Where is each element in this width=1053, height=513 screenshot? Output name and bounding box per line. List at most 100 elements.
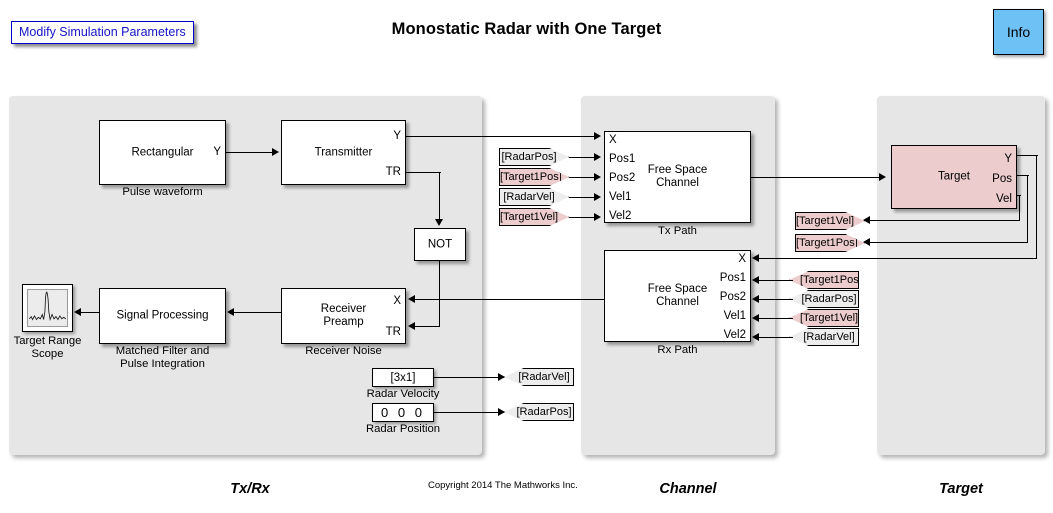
- panel-caption-txrx: Tx/Rx: [230, 481, 270, 497]
- block-receiver-preamp[interactable]: Receiver Preamp X TR: [281, 288, 406, 344]
- wire-not-out-v: [439, 261, 441, 327]
- port-tx-path-pos2: Pos2: [609, 172, 636, 184]
- wire-not-out-h: [415, 326, 440, 328]
- block-label-target-range-scope: Target Range Scope: [6, 335, 89, 361]
- from-tag-target1-vel-rx[interactable]: [Target1Vel]: [789, 309, 859, 327]
- block-target-range-scope[interactable]: [22, 284, 73, 332]
- rxpath-line2: Channel: [656, 296, 699, 308]
- arrow-target-in: [879, 173, 886, 181]
- wire-transmitter-tr-v: [439, 172, 441, 220]
- from-tag-radar-pos-tx[interactable]: [RadarPos]: [499, 148, 569, 166]
- arrow-txpath-vel2-in: [594, 213, 601, 221]
- receiver-line2: Preamp: [323, 316, 364, 328]
- goto-tag-radar-vel[interactable]: [RadarVel]: [504, 368, 574, 386]
- wire-from-target1vel-rx: [758, 318, 793, 320]
- wire-rxpath-out-to-receiver: [415, 299, 604, 301]
- wire-transmitter-y-to-txpath: [406, 136, 597, 138]
- port-tx-path-x: X: [609, 134, 617, 146]
- wire-txpath-to-target: [751, 177, 882, 179]
- from-tag-radar-pos-rx[interactable]: [RadarPos]: [789, 290, 859, 308]
- arrow-txpath-pos1-in: [594, 153, 601, 161]
- scope-label-line2: Scope: [31, 348, 64, 360]
- wire-from-target1vel-tx: [569, 217, 597, 219]
- wire-radarvel-const-to-goto: [434, 377, 504, 379]
- wire-target-y-v: [1036, 155, 1038, 259]
- wire-target-pos-v: [1027, 175, 1029, 243]
- arrow-scope-in: [74, 308, 81, 316]
- port-receiver-in-x: X: [393, 295, 401, 307]
- arrow-goto-target1pos-in: [863, 238, 870, 246]
- port-rx-path-vel2: Vel2: [723, 329, 746, 341]
- arrow-txpath-pos2-in: [594, 173, 601, 181]
- simulink-canvas: Modify Simulation Parameters Monostatic …: [0, 0, 1053, 513]
- const-radar-velocity[interactable]: [3x1]: [372, 368, 434, 387]
- port-target-out-vel: Vel: [996, 193, 1012, 205]
- panel-caption-channel: Channel: [659, 481, 717, 497]
- block-pulse-waveform[interactable]: Rectangular Y: [99, 120, 226, 185]
- txpath-line1: Free Space: [647, 164, 708, 176]
- wire-from-radarvel-rx: [758, 337, 793, 339]
- arrow-not-in: [435, 219, 443, 226]
- block-signal-processing[interactable]: Signal Processing: [99, 288, 226, 344]
- const-radar-position[interactable]: 0 0 0: [372, 403, 434, 422]
- block-tx-path[interactable]: Free Space Channel X Pos1 Pos2 Vel1 Vel2: [604, 131, 751, 223]
- wire-target-y-h1: [1017, 155, 1038, 157]
- block-label-signal-processing: Matched Filter and Pulse Integration: [85, 345, 240, 371]
- scope-waveform-icon: [27, 289, 68, 327]
- info-button[interactable]: Info: [993, 9, 1044, 55]
- goto-tag-target1-pos[interactable]: [Target1Pos]: [795, 234, 865, 252]
- block-rx-path[interactable]: Free Space Channel X Pos1 Pos2 Vel1 Vel2: [604, 250, 751, 342]
- arrow-goto-radarvel-in: [498, 373, 505, 381]
- port-rx-path-x: X: [738, 253, 746, 265]
- wire-from-target1pos-rx: [758, 280, 793, 282]
- wire-from-radarvel-tx: [569, 197, 597, 199]
- const-radar-velocity-value: [3x1]: [390, 371, 416, 384]
- block-transmitter[interactable]: Transmitter Y TR: [281, 120, 406, 185]
- goto-tag-target1-vel[interactable]: [Target1Vel]: [795, 212, 865, 230]
- from-tag-target1-pos-rx[interactable]: [Target1Pos]: [789, 271, 859, 289]
- port-tx-path-vel1: Vel1: [609, 191, 632, 203]
- wire-target-vel-h2: [869, 220, 1020, 222]
- const-radar-position-value: 0 0 0: [381, 405, 425, 420]
- wire-target-pos-h2: [869, 242, 1028, 244]
- block-label-rx-path: Rx Path: [657, 344, 698, 356]
- from-tag-radar-vel-rx[interactable]: [RadarVel]: [789, 328, 859, 346]
- txpath-line2: Channel: [656, 177, 699, 189]
- block-label-pulse-waveform: Pulse waveform: [122, 186, 203, 198]
- arrow-transmitter-in: [272, 148, 279, 156]
- arrow-rxpath-pos1-in: [752, 276, 759, 284]
- wire-radarpos-const-to-goto: [434, 412, 504, 414]
- port-pulse-out-y: Y: [213, 146, 221, 158]
- block-transmitter-name: Transmitter: [314, 146, 373, 158]
- from-tag-target1-vel-tx[interactable]: [Target1Vel]: [499, 208, 569, 226]
- arrow-txpath-x-in: [594, 132, 601, 140]
- arrow-goto-target1vel-in: [863, 216, 870, 224]
- goto-tag-radar-pos[interactable]: [RadarPos]: [504, 403, 574, 421]
- sigproc-label-line2: Pulse Integration: [120, 358, 205, 370]
- block-not-gate[interactable]: NOT: [414, 228, 466, 261]
- from-tag-target1-pos-tx[interactable]: [Target1Pos]: [499, 168, 569, 186]
- block-signal-processing-name: Signal Processing: [116, 309, 209, 322]
- port-target-out-pos: Pos: [992, 173, 1012, 185]
- wire-sigproc-to-scope: [80, 312, 99, 314]
- rxpath-line1: Free Space: [647, 283, 708, 295]
- wire-receiver-to-sigproc: [233, 312, 281, 314]
- port-rx-path-pos1: Pos1: [719, 272, 746, 284]
- receiver-line1: Receiver: [320, 303, 367, 315]
- block-pulse-waveform-name: Rectangular: [131, 146, 194, 158]
- wire-transmitter-tr-h: [406, 172, 441, 174]
- page-title: Monostatic Radar with One Target: [391, 20, 662, 38]
- port-transmitter-out-tr: TR: [385, 166, 401, 178]
- wire-from-radarpos-rx: [758, 299, 793, 301]
- arrow-sigproc-in: [227, 308, 234, 316]
- from-tag-radar-vel-tx[interactable]: [RadarVel]: [499, 188, 569, 206]
- port-receiver-in-tr: TR: [385, 326, 401, 338]
- sigproc-label-line1: Matched Filter and: [115, 345, 210, 357]
- port-tx-path-pos1: Pos1: [609, 153, 636, 165]
- arrow-rxpath-vel1-in: [752, 314, 759, 322]
- port-tx-path-vel2: Vel2: [609, 210, 632, 222]
- port-rx-path-pos2: Pos2: [719, 291, 746, 303]
- arrow-txpath-vel1-in: [594, 193, 601, 201]
- block-target[interactable]: Target Y Pos Vel: [891, 145, 1017, 209]
- arrow-rxpath-vel2-in: [752, 333, 759, 341]
